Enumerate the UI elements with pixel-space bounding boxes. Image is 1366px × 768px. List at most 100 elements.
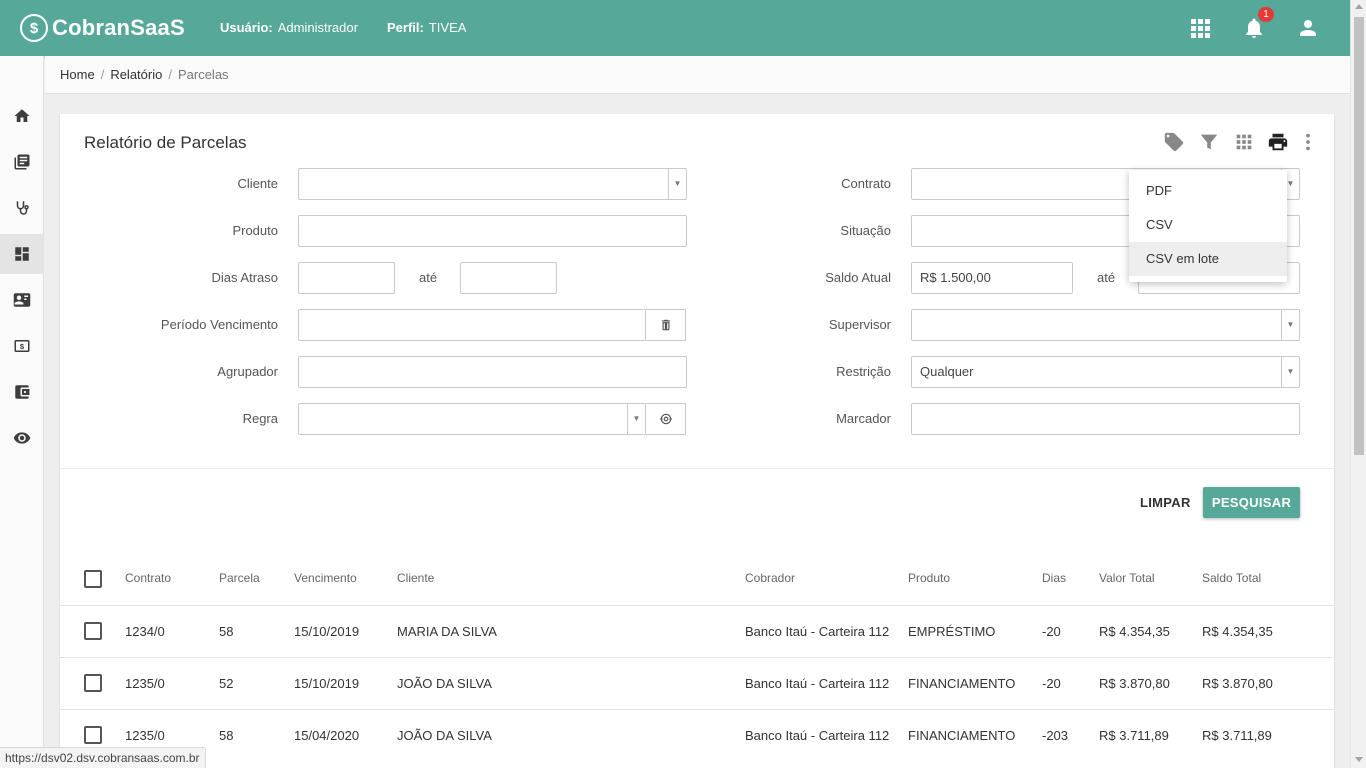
filter-icon[interactable] <box>1198 131 1220 153</box>
dashboard-icon <box>15 247 29 261</box>
column-produto[interactable]: Produto <box>908 571 950 585</box>
table-row[interactable]: 1234/0 58 15/10/2019 MARIA DA SILVA Banc… <box>60 605 1334 657</box>
wallet-icon <box>15 385 30 399</box>
page-title: Relatório de Parcelas <box>84 133 247 152</box>
column-cliente[interactable]: Cliente <box>397 571 434 585</box>
sidebar-item-finance[interactable]: $ <box>0 326 44 366</box>
clear-button[interactable]: LIMPAR <box>1132 488 1199 518</box>
row-checkbox[interactable] <box>84 622 102 640</box>
export-menu: PDF CSV CSV em lote <box>1129 170 1287 282</box>
cell-produto: EMPRÉSTIMO <box>908 624 996 639</box>
notification-badge: 1 <box>1258 7 1274 22</box>
row-checkbox[interactable] <box>84 726 102 744</box>
scroll-up-arrow-icon[interactable] <box>1355 4 1363 9</box>
sidebar-item-contacts[interactable] <box>0 280 44 320</box>
export-csv-item[interactable]: CSV <box>1129 208 1287 242</box>
scroll-down-arrow-icon[interactable] <box>1355 757 1363 762</box>
dias-atraso-to-label: até <box>419 270 438 285</box>
select-all-checkbox[interactable] <box>84 570 102 588</box>
sidebar-item-monitor[interactable] <box>0 418 44 458</box>
breadcrumb-home[interactable]: Home <box>60 67 95 82</box>
profile-value: TIVEA <box>428 20 467 35</box>
saldo-atual-from-input[interactable]: R$ 1.500,00 <box>911 262 1073 294</box>
column-contrato[interactable]: Contrato <box>125 571 171 585</box>
apps-grid-icon[interactable] <box>1188 16 1212 40</box>
row-checkbox[interactable] <box>84 674 102 692</box>
cell-vencimento: 15/10/2019 <box>294 676 360 691</box>
user-label: Usuário: <box>220 20 273 35</box>
cell-dias: -203 <box>1042 728 1069 743</box>
periodo-vencimento-label: Período Vencimento <box>160 317 278 332</box>
cell-saldo-total: R$ 4.354,35 <box>1202 624 1273 639</box>
cell-produto: FINANCIAMENTO <box>908 676 1016 691</box>
marcador-label: Marcador <box>836 411 891 426</box>
cliente-select[interactable]: ▼ <box>298 168 687 200</box>
periodo-vencimento-input[interactable] <box>298 309 646 341</box>
dias-atraso-from-input[interactable] <box>298 262 395 294</box>
sidebar-item-wallet[interactable] <box>0 372 44 412</box>
cell-dias: -20 <box>1042 624 1061 639</box>
table-row[interactable]: 1235/0 58 15/04/2020 JOÃO DA SILVA Banco… <box>60 709 1334 761</box>
cell-cobrador: Banco Itaú - Carteira 112 <box>745 624 890 639</box>
grid-icon[interactable] <box>1233 131 1255 153</box>
column-vencimento[interactable]: Vencimento <box>294 571 357 585</box>
user-info: Usuário: Administrador <box>220 20 358 35</box>
saldo-atual-to-label: até <box>1097 270 1116 285</box>
agrupador-input[interactable] <box>298 356 687 388</box>
breadcrumb-current: Parcelas <box>177 67 229 82</box>
logo-text: CobranSaaS <box>52 15 185 40</box>
cell-valor-total: R$ 3.870,80 <box>1099 676 1170 691</box>
cell-valor-total: R$ 4.354,35 <box>1099 624 1170 639</box>
agrupador-label: Agrupador <box>217 364 278 379</box>
regra-select[interactable]: ▼ <box>298 403 646 435</box>
stethoscope-icon <box>16 201 29 215</box>
clear-date-button[interactable] <box>646 309 686 341</box>
column-cobrador[interactable]: Cobrador <box>745 571 795 585</box>
print-icon[interactable] <box>1267 131 1289 153</box>
table-row[interactable]: 1235/0 52 15/10/2019 JOÃO DA SILVA Banco… <box>60 657 1334 709</box>
sidebar-item-dashboard[interactable] <box>0 234 44 274</box>
export-csv-batch-item[interactable]: CSV em lote <box>1129 242 1287 276</box>
regra-label: Regra <box>242 411 278 426</box>
situacao-label: Situação <box>840 223 891 238</box>
logo-mark-icon: $ <box>20 14 48 42</box>
breadcrumb-bar: Home / Relatório / Parcelas <box>45 56 1350 94</box>
account-icon[interactable] <box>1296 16 1320 40</box>
produto-input[interactable] <box>298 215 687 247</box>
user-value: Administrador <box>277 20 358 35</box>
cell-contrato: 1234/0 <box>125 624 165 639</box>
cell-vencimento: 15/04/2020 <box>294 728 360 743</box>
chevron-down-icon: ▼ <box>668 169 686 199</box>
app-logo[interactable]: $ CobranSaaS <box>20 12 185 44</box>
restricao-select[interactable]: Qualquer ▼ <box>911 356 1300 388</box>
column-dias[interactable]: Dias <box>1042 571 1066 585</box>
cell-cliente: JOÃO DA SILVA <box>397 676 492 691</box>
cell-parcela: 58 <box>219 624 234 639</box>
column-parcela[interactable]: Parcela <box>219 571 260 585</box>
contact-card-icon <box>13 293 31 307</box>
scrollbar-thumb[interactable] <box>1354 17 1364 455</box>
profile-label: Perfil: <box>387 20 424 35</box>
supervisor-label: Supervisor <box>828 317 891 332</box>
column-valor-total[interactable]: Valor Total <box>1099 571 1155 585</box>
home-icon <box>14 109 30 122</box>
supervisor-select[interactable]: ▼ <box>911 309 1300 341</box>
column-saldo-total[interactable]: Saldo Total <box>1202 571 1261 585</box>
more-vert-icon[interactable] <box>1297 131 1319 153</box>
top-app-bar: $ CobranSaaS Usuário: Administrador Perfi… <box>0 0 1350 56</box>
marcador-input[interactable] <box>911 403 1300 435</box>
sidebar-item-library[interactable] <box>0 142 44 182</box>
chevron-down-icon: ▼ <box>627 404 645 434</box>
sidebar-item-home[interactable] <box>0 96 44 136</box>
search-button[interactable]: PESQUISAR <box>1203 487 1300 518</box>
dias-atraso-to-input[interactable] <box>460 262 557 294</box>
cell-produto: FINANCIAMENTO <box>908 728 1016 743</box>
tag-icon[interactable] <box>1163 131 1185 153</box>
breadcrumb-report[interactable]: Relatório <box>110 67 162 82</box>
sidebar-item-health[interactable] <box>0 188 44 228</box>
cell-cliente: MARIA DA SILVA <box>397 624 497 639</box>
page-scrollbar[interactable] <box>1350 0 1366 768</box>
export-pdf-item[interactable]: PDF <box>1129 174 1287 208</box>
form-divider <box>60 468 1334 469</box>
regra-action-button[interactable] <box>646 403 686 435</box>
